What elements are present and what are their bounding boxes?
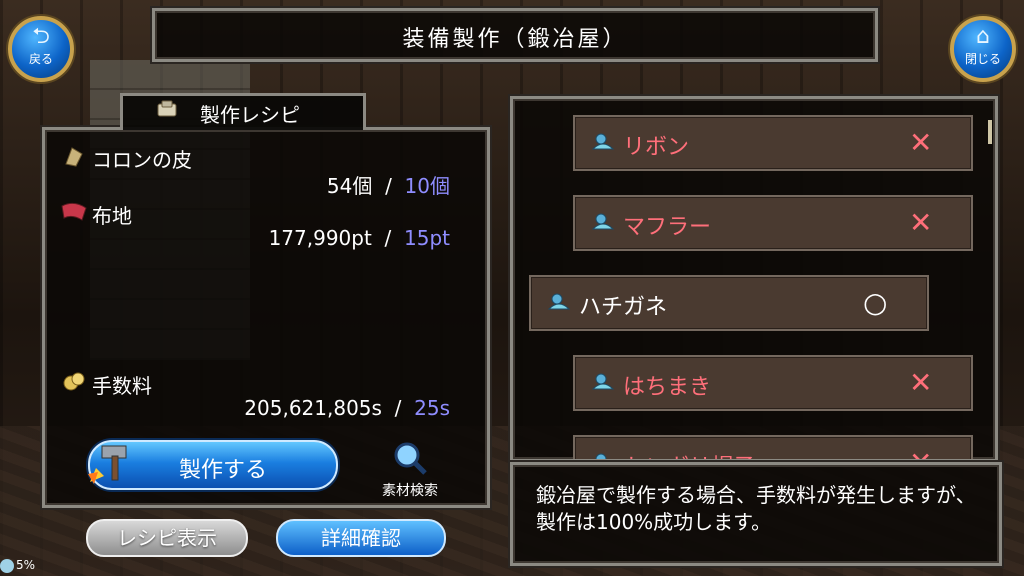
unavailable-mark: ✕ bbox=[909, 366, 933, 399]
fee-label: 手数料 bbox=[92, 374, 152, 398]
material-search-label: 素材検索 bbox=[382, 483, 438, 499]
material-quantity: 54個 / 10個 bbox=[240, 170, 450, 199]
item-name: トンガリ帽子 bbox=[623, 449, 755, 459]
material-need: 10個 bbox=[404, 174, 450, 198]
coins-icon bbox=[63, 372, 85, 391]
material-search-button[interactable]: 素材検索 bbox=[370, 440, 450, 500]
hat-icon bbox=[591, 133, 615, 150]
material-quantity: 177,990pt / 15pt bbox=[200, 226, 450, 250]
hat-icon bbox=[591, 213, 615, 230]
fee-need: 25s bbox=[414, 396, 450, 420]
material-name: コロンの皮 bbox=[92, 148, 192, 172]
list-item[interactable]: マフラー ✕ bbox=[573, 195, 973, 251]
page-title: 装備製作（鍛冶屋） bbox=[402, 27, 628, 52]
magnifier-icon bbox=[394, 442, 427, 475]
status-percent: 5% bbox=[16, 558, 36, 572]
list-scrollbar[interactable] bbox=[988, 120, 992, 144]
material-have: 54個 bbox=[326, 174, 373, 198]
fee-have: 205,621,805s bbox=[244, 396, 382, 420]
list-item[interactable]: トンガリ帽子 ✕ bbox=[573, 435, 973, 459]
unavailable-mark: ✕ bbox=[909, 126, 933, 159]
material-name: 布地 bbox=[92, 204, 132, 228]
close-button[interactable]: ⌂ 閉じる bbox=[950, 16, 1016, 82]
item-name: はちまき bbox=[623, 375, 712, 400]
hide-icon bbox=[65, 147, 83, 167]
fee-separator: / bbox=[394, 396, 402, 420]
detail-confirm-button[interactable]: 詳細確認 bbox=[276, 519, 446, 557]
status-orb-icon bbox=[0, 558, 14, 573]
close-button-label: 閉じる bbox=[964, 52, 1001, 66]
material-need: 15pt bbox=[404, 226, 450, 250]
item-name: リボン bbox=[623, 135, 690, 160]
back-arrow-icon: ⮌ bbox=[32, 24, 50, 49]
status-indicator: 5% bbox=[0, 558, 35, 573]
material-have: 177,990pt bbox=[268, 226, 372, 250]
hammer-icon bbox=[88, 445, 127, 484]
recipe-title: 製作レシピ bbox=[200, 103, 300, 127]
equipment-list: リボン ✕ マフラー ✕ ハチガネ ○ はちまき ✕ トンガリ帽子 ✕ bbox=[510, 96, 998, 462]
material-separator: / bbox=[384, 226, 392, 250]
hat-icon bbox=[595, 453, 607, 459]
list-item[interactable]: はちまき ✕ bbox=[573, 355, 973, 411]
fee-quantity: 205,621,805s / 25s bbox=[180, 396, 450, 420]
recipe-book-icon bbox=[157, 100, 177, 117]
hat-icon bbox=[547, 293, 571, 310]
cloth-icon bbox=[61, 202, 87, 221]
material-separator: / bbox=[385, 174, 392, 198]
back-button[interactable]: ⮌ 戻る bbox=[8, 16, 74, 82]
available-mark: ○ bbox=[863, 286, 888, 319]
item-name: ハチガネ bbox=[579, 295, 668, 320]
message-text: 鍛冶屋で製作する場合、手数料が発生しますが、製作は100%成功します。 bbox=[536, 483, 976, 534]
list-item[interactable]: リボン ✕ bbox=[573, 115, 973, 171]
unavailable-mark: ✕ bbox=[909, 446, 932, 459]
unavailable-mark: ✕ bbox=[909, 206, 933, 239]
recipe-view-button[interactable]: レシピ表示 bbox=[86, 519, 248, 557]
back-button-label: 戻る bbox=[28, 52, 53, 66]
home-icon: ⌂ bbox=[976, 24, 990, 49]
list-item-selected[interactable]: ハチガネ ○ bbox=[529, 275, 929, 331]
item-name: マフラー bbox=[623, 215, 712, 240]
hat-icon bbox=[591, 373, 615, 390]
title-bar: 装備製作（鍛冶屋） bbox=[152, 8, 878, 62]
